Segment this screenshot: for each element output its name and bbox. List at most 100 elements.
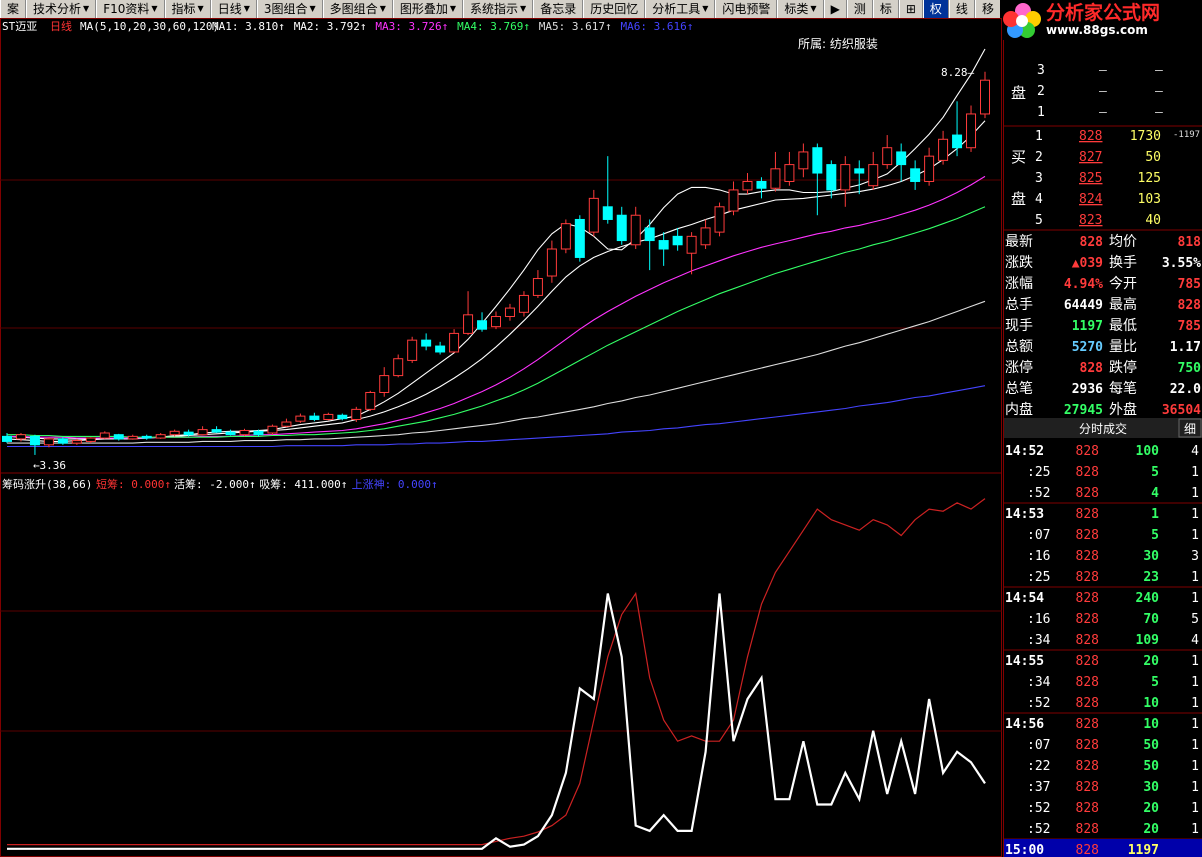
buy-level: 3 [1035,171,1043,186]
tick-count: 4 [1191,444,1199,459]
tick-price: 828 [1076,549,1099,564]
quote-value: 828 [1178,298,1202,313]
quote-label: 外盘 [1109,401,1137,418]
candlestick [225,429,236,436]
candle-body [2,435,12,442]
chevron-down-icon: ▼ [83,4,90,13]
tick-price: 828 [1076,591,1099,606]
toolbar-button-6[interactable]: 多图组合 ▼ [322,0,393,18]
toolbar-button-17[interactable]: ⊞ [898,0,923,18]
buy-level: 4 [1035,192,1043,207]
toolbar-button-7[interactable]: 图形叠加 ▼ [392,0,464,18]
candlestick [99,431,110,439]
candlestick [560,219,571,254]
candlestick [393,354,404,378]
ma-value-ma2: MA2: 3.792↑ [294,20,367,33]
buy-price: 828 [1079,129,1102,144]
tick-time: :37 [1027,780,1050,795]
tick-price: 828 [1076,465,1099,480]
quote-label: 换手 [1109,254,1137,271]
candlestick [546,240,557,283]
toolbar-button-11[interactable]: 分析工具 ▼ [645,0,716,18]
quote-value: 828 [1080,361,1104,376]
tick-price: 828 [1076,528,1099,543]
toolbar-button-9[interactable]: 备忘录 [533,0,584,18]
tick-count: 1 [1191,507,1199,522]
candle-body [253,430,264,436]
toolbar-button-20[interactable]: 移 [974,0,1000,18]
tick-time: :52 [1027,801,1050,816]
candlestick [491,311,501,330]
candlestick [267,424,278,435]
candle-body [756,180,767,189]
candlestick [155,432,166,439]
indicator-name: 筹码涨升(38,66) [2,477,92,491]
tick-count: 1 [1191,654,1199,669]
chart-area[interactable]: ST迈亚 日线 MA(5,10,20,30,60,120)MA1: 3.810↑ MA… [0,18,1003,857]
toolbar-button-label: 技术分析 [33,2,82,16]
candlestick [518,291,529,317]
toolbar-button-label: ⊞ [905,2,916,16]
candlestick [477,312,488,332]
tick-count: 3 [1191,549,1199,564]
candlestick [127,434,138,440]
candlestick [812,143,823,216]
toolbar-button-label: 指标 [171,2,196,16]
toolbar-button-label: 移 [981,2,994,16]
chevron-down-icon: ▼ [810,4,817,13]
candlestick [29,434,40,455]
toolbar-button-1[interactable]: 技术分析 ▼ [26,0,97,18]
quote-label: 量比 [1109,339,1137,355]
toolbar-button-5[interactable]: 3图组合 ▼ [256,0,323,18]
tick-count: 1 [1191,465,1199,480]
toolbar-button-3[interactable]: 指标 ▼ [164,0,211,18]
quote-label: 最新 [1005,234,1033,250]
candle-body [714,206,725,233]
toolbar-button-19[interactable]: 线 [948,0,975,18]
candle-body [85,437,96,442]
tick-count: 1 [1191,801,1199,816]
candlestick [532,270,543,298]
tick-price: 828 [1076,444,1099,459]
tick-time: :25 [1027,465,1050,480]
toolbar-button-10[interactable]: 历史回忆 [583,0,646,18]
quote-label: 涨跌 [1005,255,1033,271]
toolbar-button-8[interactable]: 系统指示 ▼ [463,0,534,18]
candle-body [518,294,529,313]
tick-time: :52 [1027,696,1050,711]
candlestick [826,160,837,199]
tick-count: 1 [1191,780,1199,795]
toolbar-button-2[interactable]: F10资料 ▼ [96,0,165,18]
toolbar-button-12[interactable]: 闪电预警 [715,0,778,18]
candlestick [742,173,753,195]
quote-value: 3.55% [1162,256,1201,271]
quote-value: 1197 [1072,319,1103,334]
toolbar-button-15[interactable]: 测 [846,0,873,18]
tick-volume: 20 [1143,801,1159,816]
tick-count: 5 [1191,612,1199,627]
candle-body [99,432,110,439]
candle-body [449,332,460,353]
tick-time: 14:54 [1005,591,1044,606]
candlestick [896,143,907,182]
toolbar-button-13[interactable]: 标类 ▼ [777,0,824,18]
tick-volume: 100 [1136,444,1160,459]
toolbar-button-label: 多图组合 [329,2,378,16]
toolbar-button-16[interactable]: 标 [872,0,899,18]
tick-count: 1 [1191,696,1199,711]
toolbar-button-4[interactable]: 日线 ▼ [210,0,257,18]
quote-value: 2936 [1072,382,1103,397]
toolbar-button-18[interactable]: 权 [922,0,949,18]
candlestick [630,206,641,249]
candlestick [574,215,585,262]
tick-volume: 10 [1143,717,1159,732]
buy-volume: 125 [1138,171,1161,186]
candle-body [113,434,124,440]
toolbar-button-14[interactable]: ▶ [823,0,847,18]
tick-price: 828 [1076,633,1099,648]
tick-volume: 109 [1136,633,1159,648]
candlestick [141,434,152,440]
toolbar-button-0[interactable]: 案 [0,0,27,18]
buy-level: 2 [1035,150,1043,165]
tick-time: 14:55 [1005,654,1044,669]
